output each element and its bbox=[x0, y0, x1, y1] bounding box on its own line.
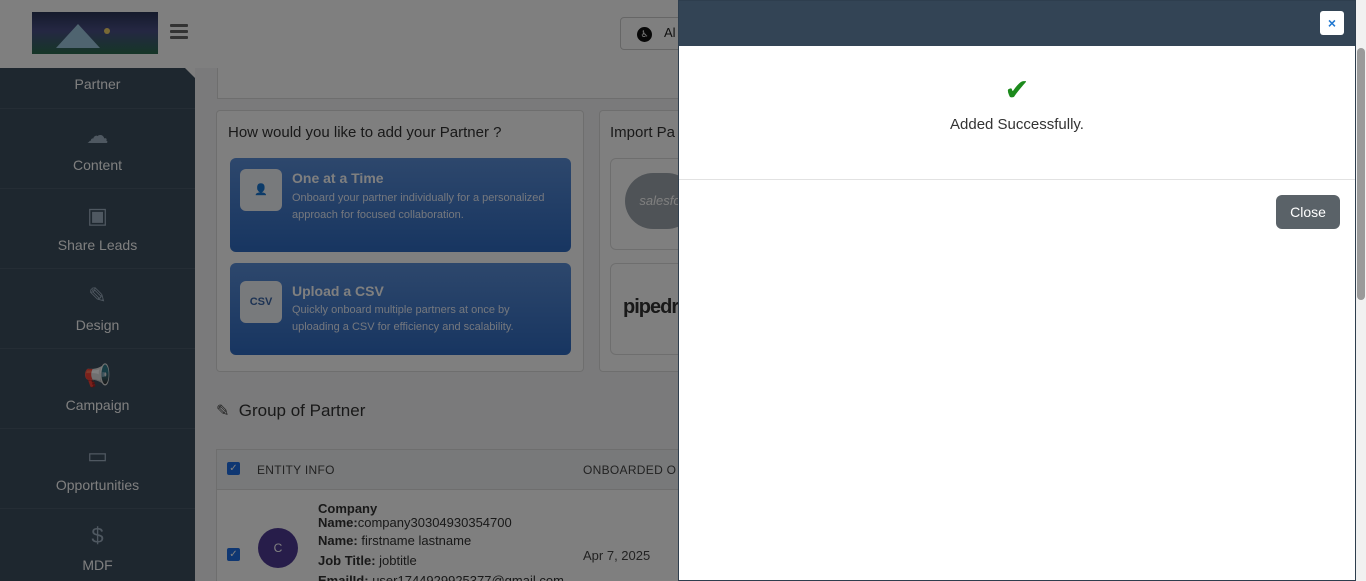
checkmark-icon: ✔ bbox=[1004, 74, 1030, 107]
close-button[interactable]: Close bbox=[1276, 195, 1340, 229]
success-message: Added Successfully. bbox=[950, 116, 1084, 133]
close-icon[interactable]: × bbox=[1320, 11, 1344, 35]
modal-header: × bbox=[679, 1, 1355, 46]
success-modal: × ✔ Added Successfully. Close bbox=[678, 0, 1356, 581]
modal-divider bbox=[679, 179, 1355, 180]
page-scrollbar[interactable] bbox=[1356, 0, 1366, 581]
scrollbar-thumb[interactable] bbox=[1357, 48, 1365, 300]
